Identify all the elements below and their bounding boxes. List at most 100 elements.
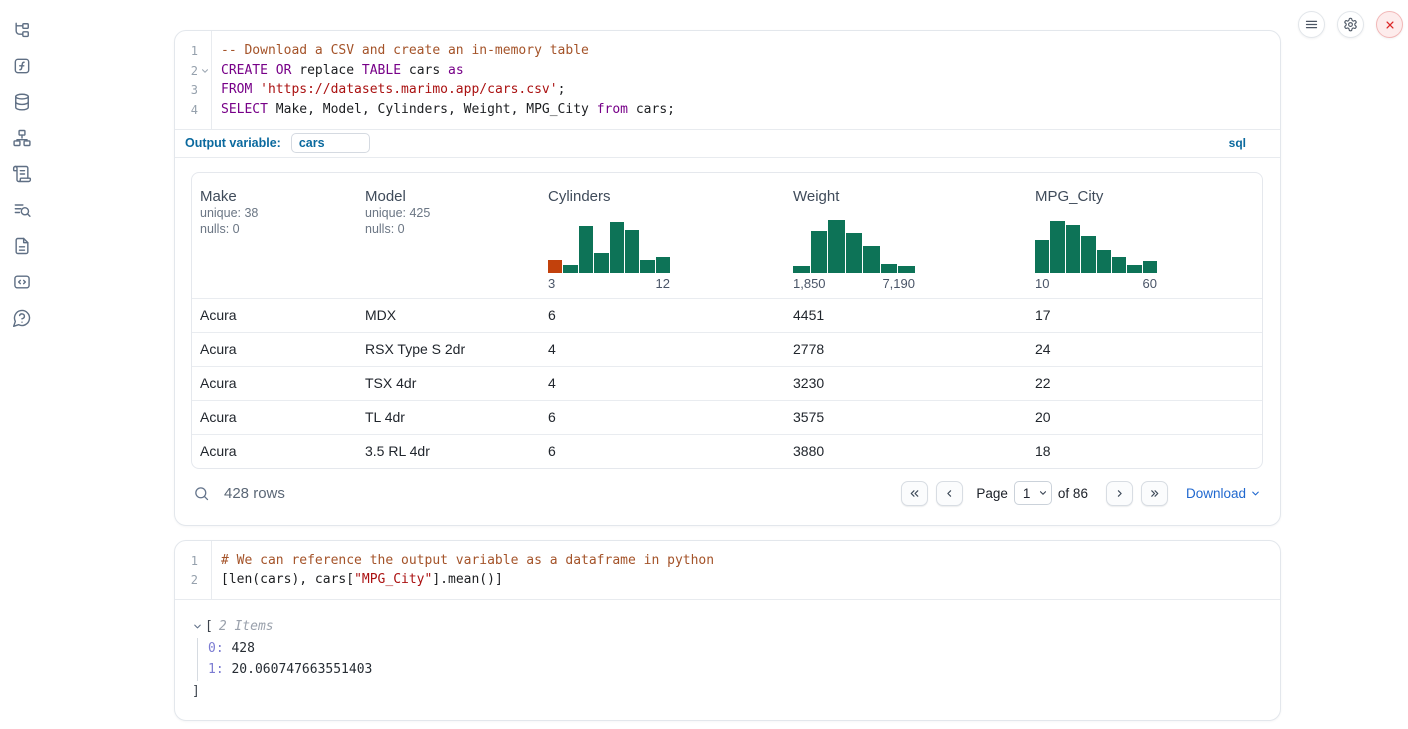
search-button[interactable] — [193, 485, 210, 502]
tree-entry-key: 0: — [208, 641, 224, 656]
histogram-bar — [594, 253, 608, 273]
data-table: Makeunique: 38nulls: 0Modelunique: 425nu… — [191, 172, 1263, 469]
line-number: 1 — [175, 41, 211, 61]
page-label: Page — [976, 486, 1008, 501]
table-row[interactable]: Acura3.5 RL 4dr6388018 — [192, 434, 1262, 468]
items-count: 2 Items — [219, 619, 274, 634]
histogram-Weight: 1,8507,190 — [793, 219, 915, 291]
column-header-Make[interactable]: Makeunique: 38nulls: 0 — [192, 173, 357, 298]
sql-cell-output: Makeunique: 38nulls: 0Modelunique: 425nu… — [175, 158, 1280, 525]
column-header-Model[interactable]: Modelunique: 425nulls: 0 — [357, 173, 540, 298]
tree-entry: 1: 20.060747663551403 — [208, 659, 1263, 681]
collapse-toggle-button[interactable] — [192, 621, 203, 632]
column-header-Weight[interactable]: Weight 1,8507,190 — [785, 173, 1027, 298]
column-stat: nulls: 0 — [200, 221, 349, 237]
code-token: "MPG_City" — [354, 572, 432, 587]
code-line[interactable]: # We can reference the output variable a… — [221, 551, 1270, 571]
page-total: of 86 — [1058, 486, 1088, 501]
column-header-MPG_City[interactable]: MPG_City1060 — [1027, 173, 1262, 298]
column-name: Weight — [793, 188, 1019, 205]
code-token: -- Download a CSV and create an in-memor… — [221, 43, 589, 58]
line-number: 2 — [175, 61, 211, 81]
output-variable-input[interactable] — [291, 133, 370, 153]
code-token: [len(cars), cars[ — [221, 572, 354, 587]
table-cell: RSX Type S 2dr — [357, 333, 540, 366]
code-line[interactable]: CREATE OR replace TABLE cars as — [221, 61, 1270, 81]
column-name: Model — [365, 188, 532, 205]
sidebar-item-snippets[interactable] — [8, 272, 36, 292]
language-badge: sql — [1229, 136, 1246, 150]
sidebar-item-file-explorer[interactable] — [8, 20, 36, 40]
table-header-row: Makeunique: 38nulls: 0Modelunique: 425nu… — [192, 173, 1262, 298]
notebook: 1234 -- Download a CSV and create an in-… — [174, 30, 1281, 721]
code-token: OR — [276, 63, 292, 78]
download-button[interactable]: Download — [1186, 486, 1261, 501]
table-row[interactable]: AcuraMDX6445117 — [192, 298, 1262, 332]
column-header-Cylinders[interactable]: Cylinders312 — [540, 173, 785, 298]
code-token: replace — [291, 63, 361, 78]
table-footer: 428 rows Page 1 — [191, 481, 1263, 506]
table-cell: 18 — [1027, 435, 1262, 468]
code-token: ].mean()] — [432, 572, 502, 587]
line-number: 2 — [175, 570, 211, 590]
fold-toggle-icon[interactable] — [200, 66, 210, 76]
histogram-bar — [640, 260, 654, 273]
pagination: Page 1 of 86 — [901, 481, 1261, 506]
table-cell: 24 — [1027, 333, 1262, 366]
code-token: cars — [401, 63, 448, 78]
database-icon — [12, 92, 32, 112]
code-line[interactable]: [len(cars), cars["MPG_City"].mean()] — [221, 570, 1270, 590]
code-token: TABLE — [362, 63, 401, 78]
column-stat: unique: 38 — [200, 205, 349, 221]
next-page-button[interactable] — [1106, 481, 1133, 506]
table-cell: 4 — [540, 333, 785, 366]
axis-label: 12 — [656, 276, 670, 291]
code-token: FROM — [221, 82, 252, 97]
shutdown-button[interactable] — [1376, 11, 1403, 38]
first-page-button[interactable] — [901, 481, 928, 506]
output-variable-bar: Output variable: sql — [175, 129, 1280, 158]
python-code-editor[interactable]: 12 # We can reference the output variabl… — [175, 541, 1280, 599]
table-cell: Acura — [192, 299, 357, 332]
histogram-bar — [610, 222, 624, 273]
histogram-bar — [898, 266, 915, 273]
table-row[interactable]: AcuraRSX Type S 2dr4277824 — [192, 332, 1262, 366]
axis-label: 10 — [1035, 276, 1049, 291]
chevron-down-icon — [192, 621, 203, 632]
sidebar-item-data-sources[interactable] — [8, 92, 36, 112]
table-cell: 2778 — [785, 333, 1027, 366]
histogram-bar — [579, 226, 593, 273]
sidebar-item-variables[interactable] — [8, 56, 36, 76]
code-line[interactable]: FROM 'https://datasets.marimo.app/cars.c… — [221, 80, 1270, 100]
histogram-bar — [863, 246, 880, 273]
last-page-button[interactable] — [1141, 481, 1168, 506]
table-cell: 20 — [1027, 401, 1262, 434]
previous-page-button[interactable] — [936, 481, 963, 506]
histogram-bar — [1081, 236, 1095, 273]
page-select[interactable]: 1 — [1014, 481, 1052, 505]
histogram-bar — [548, 260, 562, 273]
code-lines: -- Download a CSV and create an in-memor… — [212, 31, 1280, 129]
sql-code-editor[interactable]: 1234 -- Download a CSV and create an in-… — [175, 31, 1280, 129]
menu-button[interactable] — [1298, 11, 1325, 38]
settings-button[interactable] — [1337, 11, 1364, 38]
table-row[interactable]: AcuraTL 4dr6357520 — [192, 400, 1262, 434]
sidebar-item-dependency-graph[interactable] — [8, 128, 36, 148]
sidebar-item-help[interactable] — [8, 308, 36, 328]
axis-label: 1,850 — [793, 276, 826, 291]
histogram-bar — [1050, 221, 1064, 273]
chevrons-left-icon — [908, 487, 921, 500]
code-line[interactable]: SELECT Make, Model, Cylinders, Weight, M… — [221, 100, 1270, 120]
sidebar-item-logs[interactable] — [8, 200, 36, 220]
table-cell: 17 — [1027, 299, 1262, 332]
code-line[interactable]: -- Download a CSV and create an in-memor… — [221, 41, 1270, 61]
table-row[interactable]: AcuraTSX 4dr4323022 — [192, 366, 1262, 400]
help-bubble-icon — [12, 308, 32, 328]
sidebar-item-outline[interactable] — [8, 164, 36, 184]
gear-icon — [1343, 17, 1358, 32]
open-bracket: [ — [205, 619, 213, 634]
table-cell: 3575 — [785, 401, 1027, 434]
sidebar-item-documentation[interactable] — [8, 236, 36, 256]
histogram-bar — [1143, 261, 1157, 273]
table-cell: 6 — [540, 435, 785, 468]
